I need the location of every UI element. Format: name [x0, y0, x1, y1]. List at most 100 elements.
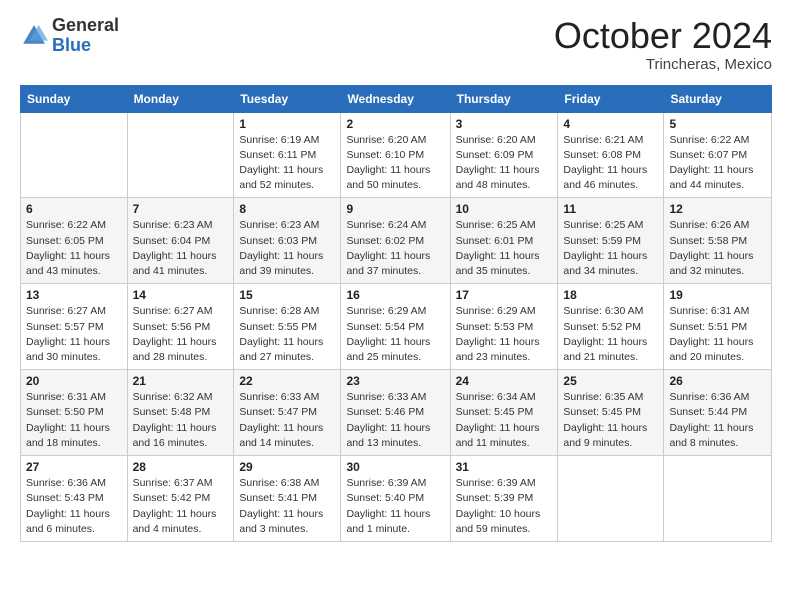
day-info: Sunrise: 6:31 AM Sunset: 5:50 PM Dayligh… — [26, 390, 122, 451]
day-number: 20 — [26, 374, 122, 388]
calendar-cell: 2 Sunrise: 6:20 AM Sunset: 6:10 PM Daylig… — [341, 112, 450, 198]
calendar-header-row: Sunday Monday Tuesday Wednesday Thursday… — [21, 85, 772, 112]
month-title: October 2024 — [554, 16, 772, 56]
calendar-cell: 23Sunrise: 6:33 AM Sunset: 5:46 PM Dayli… — [341, 370, 450, 456]
logo-general-text: General — [52, 16, 119, 36]
col-saturday: Saturday — [664, 85, 772, 112]
calendar-cell: 31 Sunrise: 6:39 AM Sunset: 5:39 PM Dayli… — [450, 456, 558, 542]
day-info: Sunrise: 6:21 AM Sunset: 6:08 PM Dayligh… — [563, 133, 658, 194]
day-info: Sunrise: 6:27 AM Sunset: 5:56 PM Dayligh… — [133, 304, 229, 365]
calendar-week-row: 6 Sunrise: 6:22 AM Sunset: 6:05 PM Daylig… — [21, 198, 772, 284]
day-number: 5 — [669, 117, 766, 131]
col-monday: Monday — [127, 85, 234, 112]
calendar-cell: 19 Sunrise: 6:31 AM Sunset: 5:51 PM Dayli… — [664, 284, 772, 370]
day-number: 14 — [133, 288, 229, 302]
logo-icon — [20, 22, 48, 50]
day-info: Sunrise: 6:30 AM Sunset: 5:52 PM Dayligh… — [563, 304, 658, 365]
calendar-table: Sunday Monday Tuesday Wednesday Thursday… — [20, 85, 772, 542]
calendar-cell: 1 Sunrise: 6:19 AM Sunset: 6:11 PM Daylig… — [234, 112, 341, 198]
calendar-cell: 14 Sunrise: 6:27 AM Sunset: 5:56 PM Dayli… — [127, 284, 234, 370]
calendar-week-row: 20 Sunrise: 6:31 AM Sunset: 5:50 PM Dayli… — [21, 370, 772, 456]
day-number: 29 — [239, 460, 335, 474]
col-tuesday: Tuesday — [234, 85, 341, 112]
day-info: Sunrise: 6:36 AM Sunset: 5:44 PM Dayligh… — [669, 390, 766, 451]
day-number: 23 — [346, 374, 444, 388]
day-info: Sunrise: 6:23 AM Sunset: 6:04 PM Dayligh… — [133, 218, 229, 279]
calendar-cell: 25 Sunrise: 6:35 AM Sunset: 5:45 PM Dayli… — [558, 370, 664, 456]
calendar-cell — [21, 112, 128, 198]
calendar-cell: 16 Sunrise: 6:29 AM Sunset: 5:54 PM Dayli… — [341, 284, 450, 370]
header: General Blue October 2024 Trincheras, Me… — [20, 16, 772, 73]
day-number: 1 — [239, 117, 335, 131]
calendar-cell: 9 Sunrise: 6:24 AM Sunset: 6:02 PM Daylig… — [341, 198, 450, 284]
calendar-cell: 3Sunrise: 6:20 AM Sunset: 6:09 PM Daylig… — [450, 112, 558, 198]
calendar-cell: 5 Sunrise: 6:22 AM Sunset: 6:07 PM Daylig… — [664, 112, 772, 198]
day-info: Sunrise: 6:23 AM Sunset: 6:03 PM Dayligh… — [239, 218, 335, 279]
day-info: Sunrise: 6:27 AM Sunset: 5:57 PM Dayligh… — [26, 304, 122, 365]
day-info: Sunrise: 6:22 AM Sunset: 6:07 PM Dayligh… — [669, 133, 766, 194]
day-number: 15 — [239, 288, 335, 302]
day-number: 10 — [456, 202, 553, 216]
day-number: 25 — [563, 374, 658, 388]
calendar-week-row: 1 Sunrise: 6:19 AM Sunset: 6:11 PM Daylig… — [21, 112, 772, 198]
day-info: Sunrise: 6:37 AM Sunset: 5:42 PM Dayligh… — [133, 476, 229, 537]
title-block: October 2024 Trincheras, Mexico — [554, 16, 772, 73]
day-info: Sunrise: 6:33 AM Sunset: 5:47 PM Dayligh… — [239, 390, 335, 451]
day-number: 6 — [26, 202, 122, 216]
calendar-week-row: 13 Sunrise: 6:27 AM Sunset: 5:57 PM Dayli… — [21, 284, 772, 370]
day-number: 22 — [239, 374, 335, 388]
day-info: Sunrise: 6:31 AM Sunset: 5:51 PM Dayligh… — [669, 304, 766, 365]
calendar-cell: 20 Sunrise: 6:31 AM Sunset: 5:50 PM Dayli… — [21, 370, 128, 456]
day-info: Sunrise: 6:24 AM Sunset: 6:02 PM Dayligh… — [346, 218, 444, 279]
day-info: Sunrise: 6:22 AM Sunset: 6:05 PM Dayligh… — [26, 218, 122, 279]
day-info: Sunrise: 6:39 AM Sunset: 5:40 PM Dayligh… — [346, 476, 444, 537]
col-thursday: Thursday — [450, 85, 558, 112]
day-info: Sunrise: 6:32 AM Sunset: 5:48 PM Dayligh… — [133, 390, 229, 451]
day-number: 9 — [346, 202, 444, 216]
col-sunday: Sunday — [21, 85, 128, 112]
day-number: 3 — [456, 117, 553, 131]
day-info: Sunrise: 6:20 AM Sunset: 6:10 PM Dayligh… — [346, 133, 444, 194]
day-number: 31 — [456, 460, 553, 474]
day-number: 12 — [669, 202, 766, 216]
day-number: 16 — [346, 288, 444, 302]
calendar-cell: 30 Sunrise: 6:39 AM Sunset: 5:40 PM Dayli… — [341, 456, 450, 542]
calendar-cell: 6 Sunrise: 6:22 AM Sunset: 6:05 PM Daylig… — [21, 198, 128, 284]
calendar-cell: 7 Sunrise: 6:23 AM Sunset: 6:04 PM Daylig… — [127, 198, 234, 284]
day-info: Sunrise: 6:29 AM Sunset: 5:53 PM Dayligh… — [456, 304, 553, 365]
day-info: Sunrise: 6:36 AM Sunset: 5:43 PM Dayligh… — [26, 476, 122, 537]
day-number: 30 — [346, 460, 444, 474]
day-number: 28 — [133, 460, 229, 474]
day-number: 19 — [669, 288, 766, 302]
calendar-cell — [127, 112, 234, 198]
day-info: Sunrise: 6:34 AM Sunset: 5:45 PM Dayligh… — [456, 390, 553, 451]
calendar-cell: 10 Sunrise: 6:25 AM Sunset: 6:01 PM Dayli… — [450, 198, 558, 284]
col-friday: Friday — [558, 85, 664, 112]
calendar-cell: 17Sunrise: 6:29 AM Sunset: 5:53 PM Dayli… — [450, 284, 558, 370]
day-number: 13 — [26, 288, 122, 302]
day-info: Sunrise: 6:39 AM Sunset: 5:39 PM Dayligh… — [456, 476, 553, 537]
day-info: Sunrise: 6:25 AM Sunset: 6:01 PM Dayligh… — [456, 218, 553, 279]
day-number: 11 — [563, 202, 658, 216]
day-number: 7 — [133, 202, 229, 216]
calendar-cell: 11Sunrise: 6:25 AM Sunset: 5:59 PM Dayli… — [558, 198, 664, 284]
day-number: 27 — [26, 460, 122, 474]
day-number: 21 — [133, 374, 229, 388]
page: General Blue October 2024 Trincheras, Me… — [0, 0, 792, 612]
col-wednesday: Wednesday — [341, 85, 450, 112]
calendar-cell: 24Sunrise: 6:34 AM Sunset: 5:45 PM Dayli… — [450, 370, 558, 456]
calendar-cell: 13 Sunrise: 6:27 AM Sunset: 5:57 PM Dayli… — [21, 284, 128, 370]
day-number: 2 — [346, 117, 444, 131]
day-number: 4 — [563, 117, 658, 131]
calendar-cell: 18 Sunrise: 6:30 AM Sunset: 5:52 PM Dayli… — [558, 284, 664, 370]
calendar-cell: 22 Sunrise: 6:33 AM Sunset: 5:47 PM Dayli… — [234, 370, 341, 456]
logo: General Blue — [20, 16, 119, 56]
day-info: Sunrise: 6:19 AM Sunset: 6:11 PM Dayligh… — [239, 133, 335, 194]
day-info: Sunrise: 6:35 AM Sunset: 5:45 PM Dayligh… — [563, 390, 658, 451]
day-number: 8 — [239, 202, 335, 216]
day-number: 18 — [563, 288, 658, 302]
day-info: Sunrise: 6:28 AM Sunset: 5:55 PM Dayligh… — [239, 304, 335, 365]
calendar-cell: 21 Sunrise: 6:32 AM Sunset: 5:48 PM Dayli… — [127, 370, 234, 456]
day-info: Sunrise: 6:29 AM Sunset: 5:54 PM Dayligh… — [346, 304, 444, 365]
calendar-cell: 26Sunrise: 6:36 AM Sunset: 5:44 PM Dayli… — [664, 370, 772, 456]
